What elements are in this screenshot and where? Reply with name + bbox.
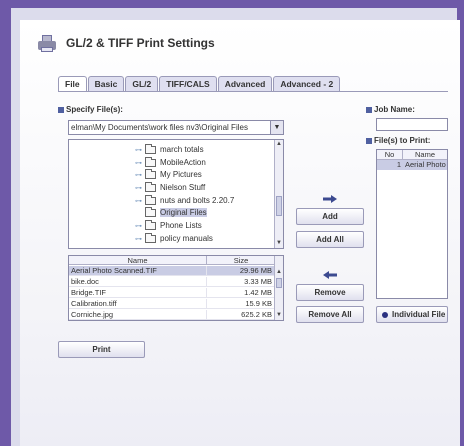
tree-expand-icon[interactable]: ⊶ xyxy=(135,171,145,179)
table-row[interactable]: Bridge.TIF 1.42 MB xyxy=(69,288,275,298)
tab-advanced[interactable]: Advanced xyxy=(217,76,273,91)
tree-expand-icon[interactable]: ⊶ xyxy=(135,197,145,205)
file-table[interactable]: Name Size Aerial Photo Scanned.TIF 29.96… xyxy=(68,255,284,321)
folder-icon xyxy=(145,143,156,154)
tree-expand-icon[interactable]: ⊶ xyxy=(135,159,145,167)
file-size: 29.96 MB xyxy=(239,266,272,275)
files-to-print-label: File(s) to Print: xyxy=(366,136,430,145)
tree-expand-icon[interactable]: ⊶ xyxy=(135,184,145,192)
tab-gl2[interactable]: GL/2 xyxy=(125,76,159,91)
specify-files-label: Specify File(s): xyxy=(58,105,123,114)
file-name: Bridge.TIF xyxy=(69,288,207,297)
file-name: Corniche.jpg xyxy=(69,310,207,319)
file-table-scrollbar[interactable]: ▲ ▼ xyxy=(274,256,283,320)
tree-item-label: Phone Lists xyxy=(160,221,202,230)
tab-tiff-cals[interactable]: TIFF/CALS xyxy=(159,76,217,91)
table-row[interactable]: Calibration.tiff 15.9 KB xyxy=(69,299,275,309)
tab-file[interactable]: File xyxy=(58,76,87,91)
folder-icon xyxy=(145,194,156,205)
folder-tree[interactable]: ⊶ march totals ⊶ MobileAction ⊶ My Pictu… xyxy=(68,139,284,249)
file-table-header: Name Size xyxy=(69,256,275,265)
tree-item-selected[interactable]: Original Files xyxy=(145,206,207,218)
column-header-size[interactable]: Size xyxy=(207,256,275,265)
file-name: Aerial Photo Scanned.TIF xyxy=(69,266,207,275)
tab-bar: File Basic GL/2 TIFF/CALS Advanced Advan… xyxy=(58,76,341,91)
individual-file-settings-label: Individual File S xyxy=(392,310,448,319)
tree-item-label: march totals xyxy=(160,145,204,154)
files-to-print-text: File(s) to Print: xyxy=(374,136,431,145)
file-name: Calibration.tiff xyxy=(69,299,207,308)
folder-icon xyxy=(145,156,156,167)
add-all-button[interactable]: Add All xyxy=(296,231,364,248)
tree-item[interactable]: ⊶ nuts and bolts 2.20.7 xyxy=(135,194,235,206)
printer-logo-icon xyxy=(36,33,58,53)
file-size: 625.2 KB xyxy=(241,310,272,319)
job-name-field[interactable] xyxy=(376,118,448,131)
job-name-text: Job Name: xyxy=(374,105,415,114)
folder-icon xyxy=(145,181,156,192)
tree-expand-icon[interactable]: ⊶ xyxy=(135,146,145,154)
section-marker-icon xyxy=(58,106,64,113)
column-header-name[interactable]: Name xyxy=(69,256,207,265)
tree-item-label: Original Files xyxy=(160,208,207,217)
tree-item-label: My Pictures xyxy=(160,170,202,179)
table-row[interactable]: Aerial Photo Scanned.TIF 29.96 MB xyxy=(69,266,275,276)
radio-dot-icon xyxy=(382,311,388,318)
print-button[interactable]: Print xyxy=(58,341,145,358)
table-row[interactable]: Corniche.jpg 625.2 KB xyxy=(69,310,275,320)
section-marker-icon xyxy=(366,137,372,144)
tree-item[interactable]: ⊶ Phone Lists xyxy=(135,219,202,231)
individual-file-settings-button[interactable]: Individual File S xyxy=(376,306,448,323)
scroll-up-icon[interactable]: ▲ xyxy=(275,140,283,149)
scroll-up-icon[interactable]: ▲ xyxy=(275,268,283,277)
add-button[interactable]: Add xyxy=(296,208,364,225)
scroll-thumb[interactable] xyxy=(276,278,282,288)
print-list-table[interactable]: No Name 1 Aerial Photo xyxy=(376,149,448,299)
arrow-right-icon xyxy=(323,195,337,203)
file-size: 3.33 MB xyxy=(244,277,272,286)
scroll-down-icon[interactable]: ▼ xyxy=(275,239,283,248)
file-name: bike.doc xyxy=(69,277,207,286)
tree-item-label: nuts and bolts 2.20.7 xyxy=(160,196,235,205)
print-row-no: 1 xyxy=(396,160,401,169)
job-name-label: Job Name: xyxy=(366,105,415,114)
print-row-name: Aerial Photo xyxy=(405,160,446,169)
specify-files-text: Specify File(s): xyxy=(66,105,123,114)
folder-icon xyxy=(145,168,156,179)
remove-all-button[interactable]: Remove All xyxy=(296,306,364,323)
tree-item-label: MobileAction xyxy=(160,158,206,167)
file-size: 1.42 MB xyxy=(244,288,272,297)
folder-icon xyxy=(145,232,156,243)
scroll-thumb[interactable] xyxy=(276,196,282,216)
tree-expand-icon[interactable]: ⊶ xyxy=(135,222,145,230)
folder-icon xyxy=(145,219,156,230)
tab-basic[interactable]: Basic xyxy=(87,76,125,91)
section-marker-icon xyxy=(366,106,372,113)
print-list-header: No Name xyxy=(377,150,447,160)
tree-item[interactable]: ⊶ policy manuals xyxy=(135,232,213,244)
table-row[interactable]: bike.doc 3.33 MB xyxy=(69,277,275,287)
tree-scrollbar[interactable]: ▲ ▼ xyxy=(274,140,283,248)
folder-icon xyxy=(145,206,156,217)
file-size: 15.9 KB xyxy=(245,299,272,308)
column-header-no[interactable]: No xyxy=(377,150,403,159)
title-bar: GL/2 & TIFF Print Settings xyxy=(36,28,215,58)
tab-advanced-2[interactable]: Advanced - 2 xyxy=(273,76,341,91)
window-title: GL/2 & TIFF Print Settings xyxy=(66,36,215,50)
chevron-down-icon[interactable]: ▼ xyxy=(270,121,283,134)
tree-item[interactable]: ⊶ My Pictures xyxy=(135,168,202,180)
path-value: elman\My Documents\work files nv3\Origin… xyxy=(71,123,248,132)
tree-item[interactable]: ⊶ march totals xyxy=(135,143,204,155)
tree-item[interactable]: ⊶ MobileAction xyxy=(135,156,206,168)
column-header-name[interactable]: Name xyxy=(403,150,447,159)
table-row[interactable]: 1 Aerial Photo xyxy=(377,160,447,170)
tree-expand-icon[interactable]: ⊶ xyxy=(135,235,145,243)
tree-item-label: Nielson Stuff xyxy=(160,183,206,192)
remove-button[interactable]: Remove xyxy=(296,284,364,301)
tree-item[interactable]: ⊶ Nielson Stuff xyxy=(135,181,206,193)
tree-item-label: policy manuals xyxy=(160,234,213,243)
arrow-left-icon xyxy=(323,271,337,279)
scroll-down-icon[interactable]: ▼ xyxy=(275,311,283,320)
path-combo[interactable]: elman\My Documents\work files nv3\Origin… xyxy=(68,120,284,135)
